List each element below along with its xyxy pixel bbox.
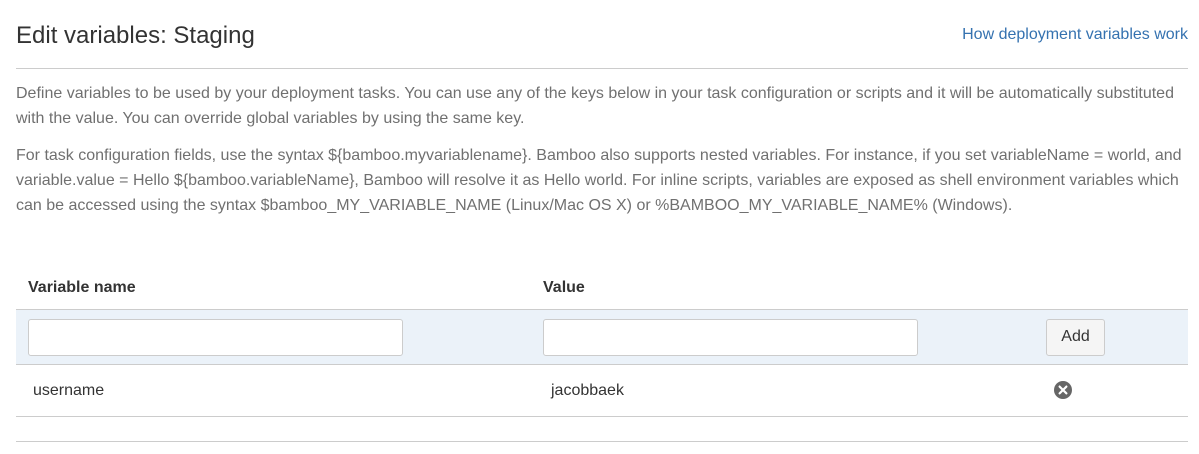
description-paragraph-1: Define variables to be used by your depl… bbox=[16, 85, 1174, 127]
column-header-variable-name: Variable name bbox=[16, 266, 531, 310]
table-row: username jacobbaek bbox=[16, 364, 1188, 417]
help-link[interactable]: How deployment variables work bbox=[962, 25, 1188, 45]
variable-name-cell: username bbox=[16, 364, 531, 417]
remove-icon-graphic bbox=[1054, 381, 1072, 400]
variable-name-input[interactable] bbox=[28, 318, 403, 356]
column-header-value: Value bbox=[531, 266, 1046, 310]
variable-value-input[interactable] bbox=[543, 318, 918, 356]
add-variable-button[interactable]: Add bbox=[1046, 318, 1105, 356]
remove-icon[interactable] bbox=[1054, 381, 1072, 400]
footer-divider bbox=[16, 441, 1188, 442]
variable-value-cell[interactable]: jacobbaek bbox=[531, 364, 1046, 417]
page-header: Edit variables: Staging How deployment v… bbox=[16, 0, 1188, 69]
description-paragraph-2: For task configuration fields, use the s… bbox=[16, 147, 1182, 214]
add-variable-row: Add bbox=[16, 309, 1188, 365]
variables-table: Variable name Value Add username jacobba… bbox=[16, 266, 1188, 417]
page-title: Edit variables: Staging bbox=[16, 22, 255, 49]
column-header-actions bbox=[1046, 266, 1188, 310]
table-header-row: Variable name Value bbox=[16, 266, 1188, 310]
